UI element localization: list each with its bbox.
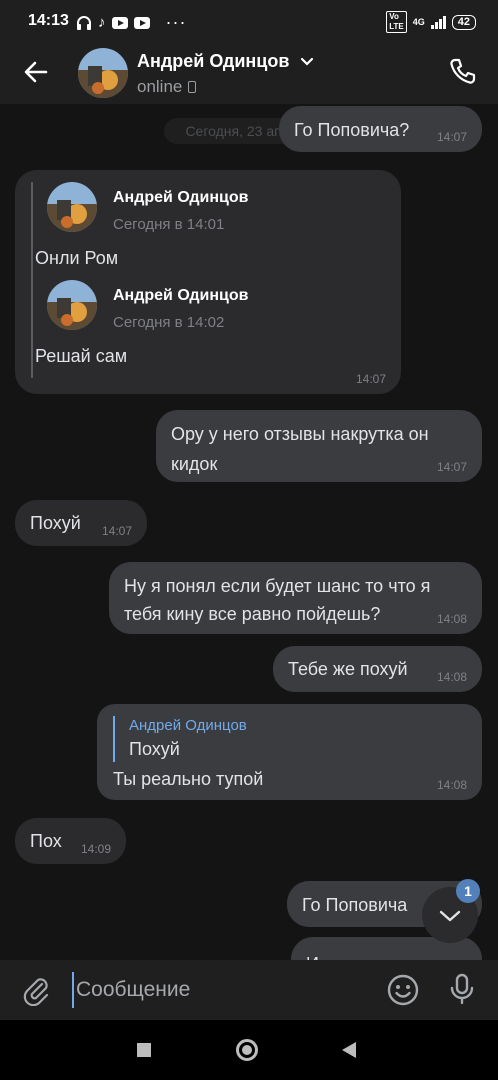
mobile-device-icon bbox=[188, 81, 197, 93]
more-notifications-icon: ··· bbox=[165, 12, 187, 32]
recents-button[interactable] bbox=[137, 1043, 151, 1057]
message-text: Го Поповича bbox=[302, 895, 408, 915]
emoji-icon[interactable] bbox=[386, 973, 420, 1007]
message-outgoing[interactable]: Тебе же похуй 14:08 bbox=[273, 646, 482, 692]
battery-icon: 42 bbox=[451, 14, 476, 30]
forwarded-date: Сегодня в 14:02 bbox=[113, 314, 225, 331]
message-reply[interactable]: Андрей Одинцов Похуй Ты реально тупой 14… bbox=[97, 704, 482, 800]
message-text: Пох bbox=[30, 831, 62, 851]
network-type: 4G bbox=[412, 17, 425, 27]
chat-header: Андрей Одинцов online bbox=[0, 42, 498, 104]
phone-call-icon[interactable] bbox=[448, 56, 478, 86]
youtube-icon-2 bbox=[133, 16, 150, 29]
message-text-line: Ору у него отзывы накрутка он bbox=[171, 424, 429, 444]
forwarded-avatar bbox=[47, 280, 97, 330]
message-outgoing[interactable]: Го Поповича? 14:07 bbox=[279, 106, 482, 152]
message-outgoing[interactable]: Ору у него отзывы накрутка он кидок 14:0… bbox=[156, 410, 482, 482]
headphones-icon bbox=[77, 15, 91, 30]
message-text: Го Поповича? bbox=[294, 120, 410, 140]
message-time: 14:07 bbox=[436, 130, 467, 144]
message-incoming[interactable]: Похуй 14:07 bbox=[15, 500, 147, 546]
message-time: 14:09 bbox=[80, 842, 111, 856]
message-text-line: тебя кину все равно пойдешь? bbox=[124, 604, 381, 624]
message-time: 14:07 bbox=[436, 460, 467, 474]
status-time: 14:13 bbox=[28, 12, 69, 29]
youtube-icon bbox=[111, 16, 128, 29]
volte-icon: Vo LTE bbox=[386, 11, 407, 33]
message-list[interactable]: Сегодня, 23 апреля Го Поповича? 14:07 Ан… bbox=[0, 104, 498, 960]
avatar-image bbox=[78, 48, 128, 98]
message-time: 14:08 bbox=[436, 670, 467, 684]
system-back-button[interactable] bbox=[342, 1042, 356, 1058]
unread-badge: 1 bbox=[456, 879, 480, 903]
message-time: 14:08 bbox=[436, 778, 467, 792]
contact-name[interactable]: Андрей Одинцов bbox=[137, 51, 314, 72]
status-bar: 14:13 ♪ ··· Vo LTE 4G 42 bbox=[0, 0, 498, 42]
status-notification-icons: ♪ ··· bbox=[76, 12, 186, 33]
reply-author: Андрей Одинцов bbox=[129, 717, 247, 734]
contact-status: online bbox=[137, 77, 197, 97]
message-time: 14:08 bbox=[436, 612, 467, 626]
message-text: Ты реально тупой bbox=[113, 769, 264, 789]
message-time: 14:07 bbox=[355, 372, 386, 386]
forwarded-block: Андрей Одинцов Сегодня в 14:01 Онли Ром … bbox=[31, 182, 361, 378]
status-system-icons: Vo LTE 4G 42 bbox=[386, 11, 476, 33]
home-button[interactable] bbox=[236, 1039, 258, 1061]
avatar[interactable] bbox=[78, 48, 128, 98]
message-text-line: Ну я понял если будет шанс то что я bbox=[124, 576, 431, 596]
contact-status-text: online bbox=[137, 77, 183, 96]
microphone-icon[interactable] bbox=[444, 971, 480, 1007]
message-text-line: кидок bbox=[171, 454, 218, 474]
back-arrow-icon[interactable] bbox=[22, 58, 50, 86]
message-outgoing[interactable]: Ну я понял если будет шанс то что я тебя… bbox=[109, 562, 482, 634]
message-text: Или олит bbox=[306, 950, 383, 960]
chevron-down-icon bbox=[301, 58, 314, 66]
forwarded-text: Онли Ром bbox=[35, 248, 119, 268]
forwarded-avatar bbox=[47, 182, 97, 232]
forwarded-text: Решай сам bbox=[35, 346, 128, 366]
reply-quote[interactable]: Андрей Одинцов Похуй bbox=[113, 716, 247, 762]
paperclip-icon[interactable] bbox=[20, 974, 52, 1006]
forwarded-date: Сегодня в 14:01 bbox=[113, 216, 225, 233]
forwarded-author: Андрей Одинцов bbox=[113, 287, 249, 304]
avatar-image bbox=[47, 182, 97, 232]
composer bbox=[0, 960, 498, 1020]
signal-icon bbox=[430, 15, 446, 29]
message-text: Тебе же похуй bbox=[288, 659, 408, 679]
system-navigation-bar bbox=[0, 1020, 498, 1080]
forwarded-author: Андрей Одинцов bbox=[113, 189, 249, 206]
message-input[interactable] bbox=[72, 972, 372, 1008]
avatar-image bbox=[47, 280, 97, 330]
message-text: Похуй bbox=[30, 513, 81, 533]
message-forwarded[interactable]: Андрей Одинцов Сегодня в 14:01 Онли Ром … bbox=[15, 170, 401, 394]
message-incoming[interactable]: Пох 14:09 bbox=[15, 818, 126, 864]
contact-name-text: Андрей Одинцов bbox=[137, 51, 290, 71]
tiktok-icon: ♪ bbox=[98, 14, 106, 31]
message-time: 14:07 bbox=[101, 524, 132, 538]
reply-text: Похуй bbox=[129, 739, 180, 759]
